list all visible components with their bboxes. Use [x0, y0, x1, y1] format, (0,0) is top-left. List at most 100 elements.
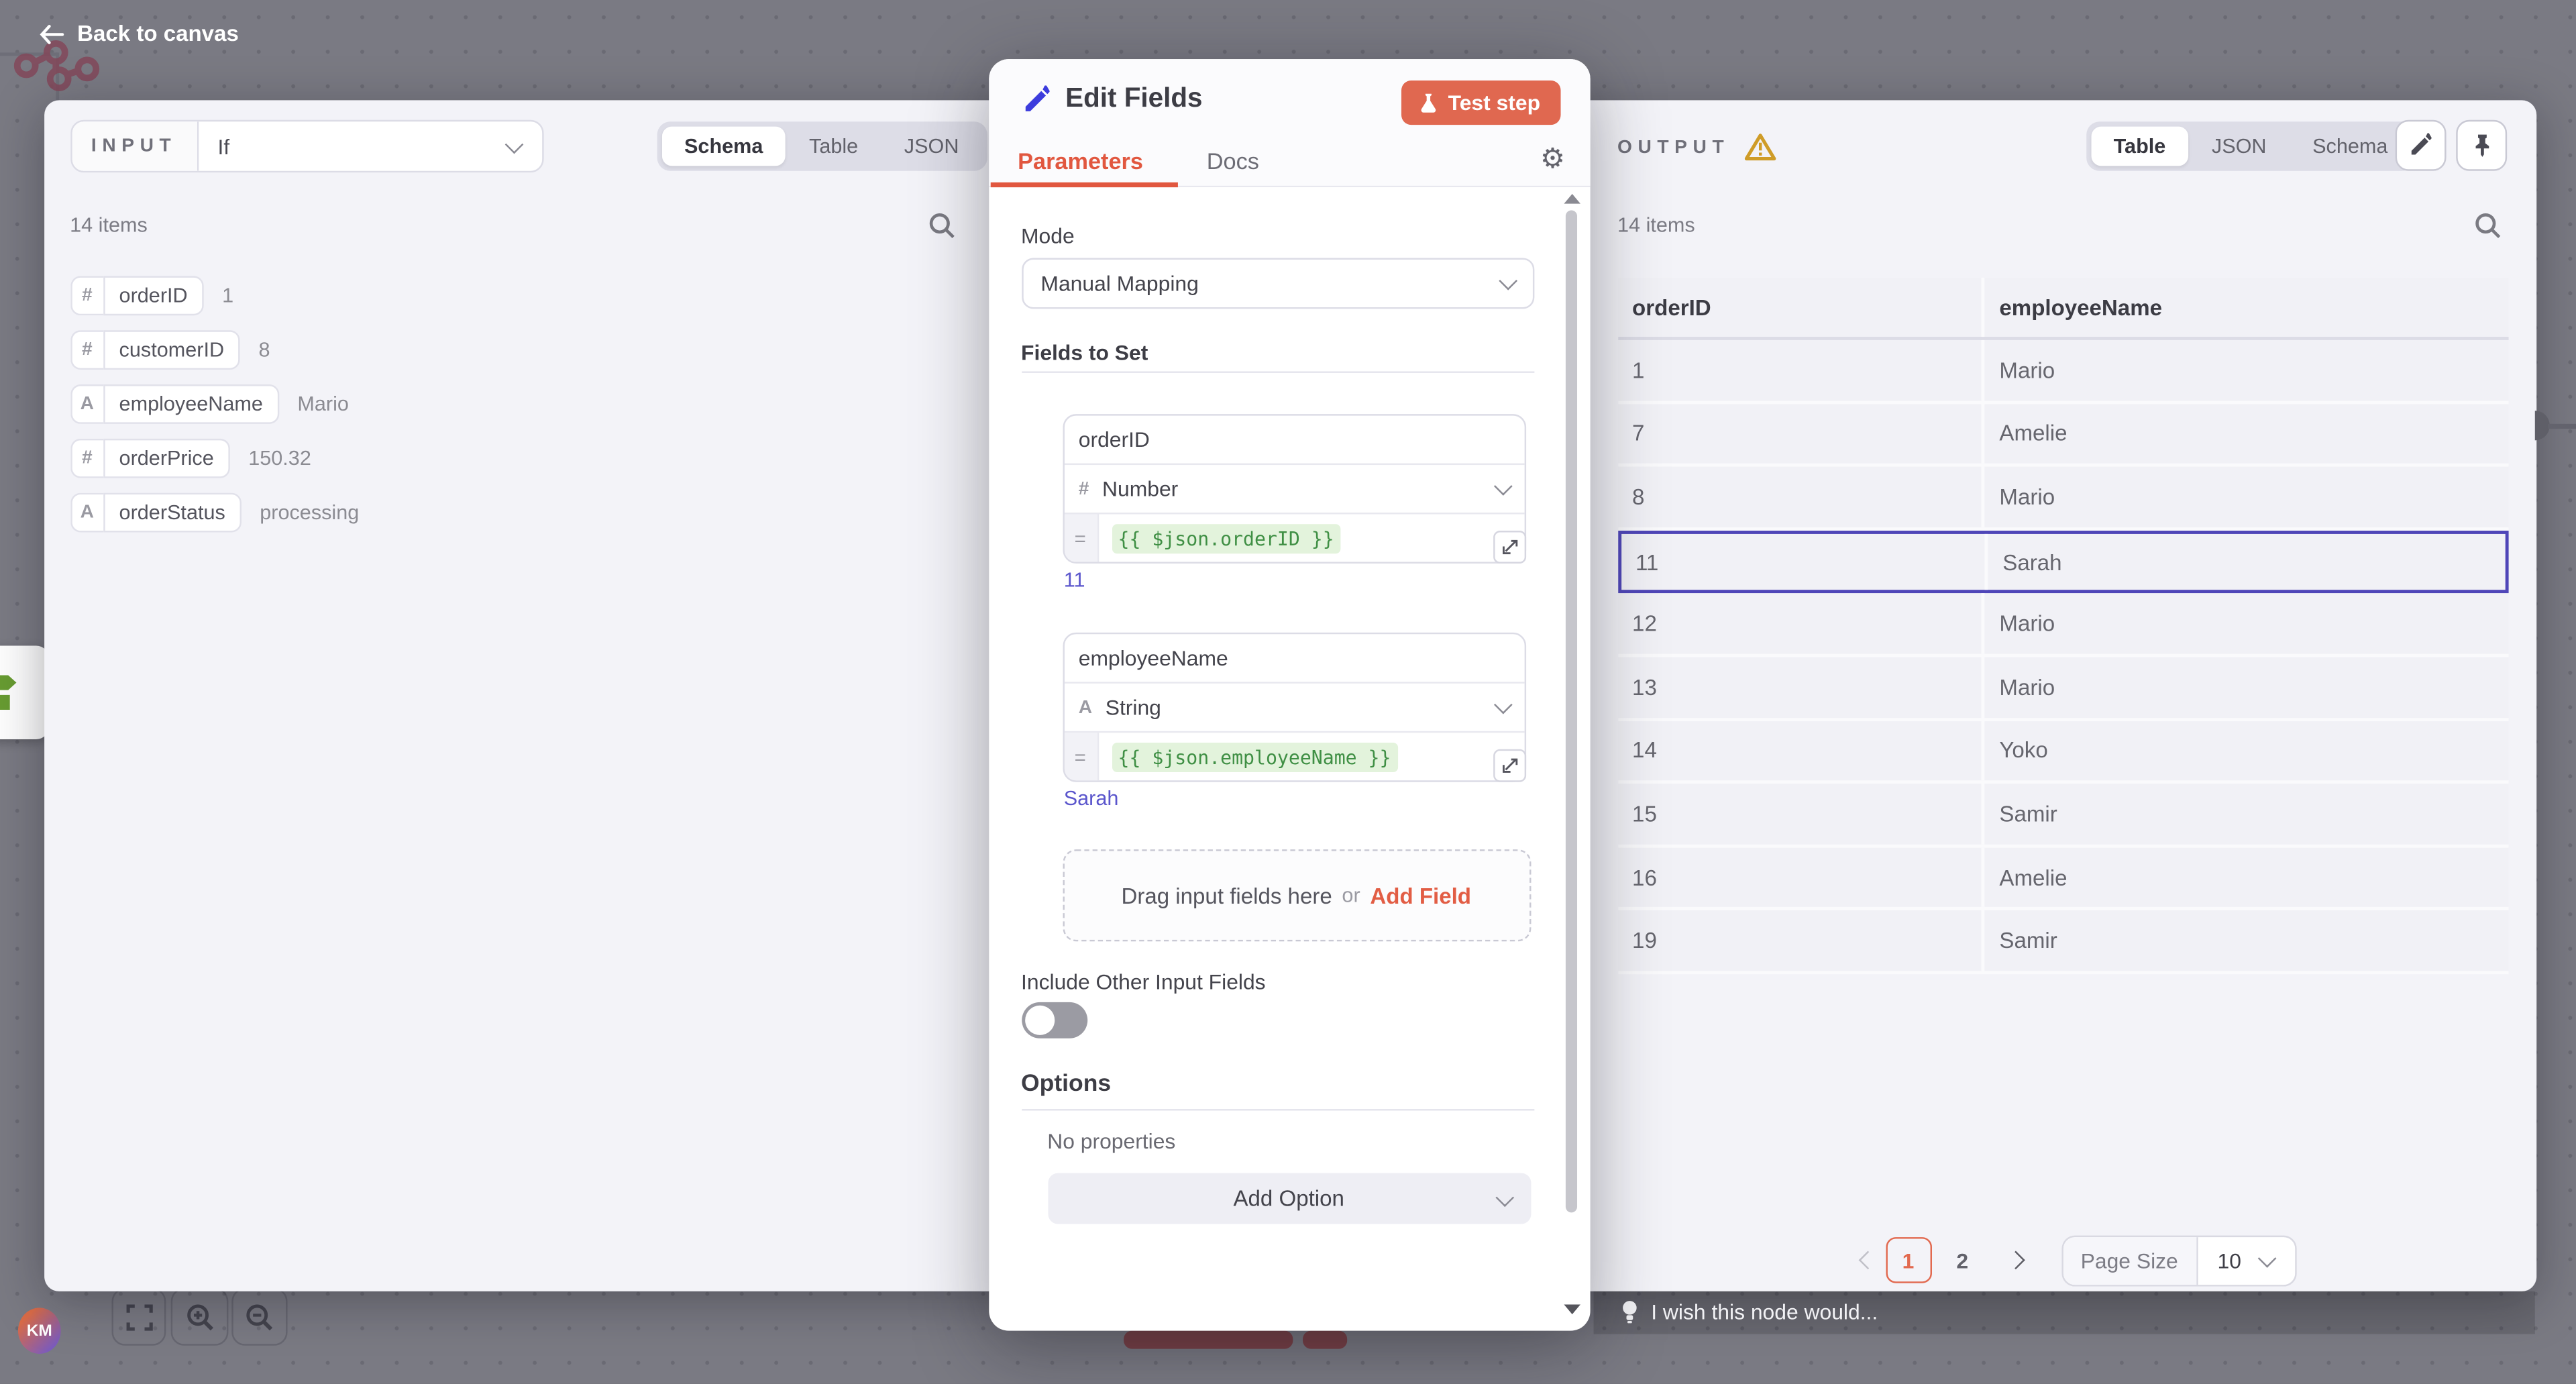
- input-label: INPUT: [91, 136, 176, 156]
- avatar[interactable]: KM: [18, 1308, 61, 1354]
- test-step-label: Test step: [1448, 91, 1540, 115]
- options-heading: Options: [1021, 1071, 1111, 1098]
- field-name-value: orderID: [1079, 427, 1150, 452]
- zoom-to-fit-button[interactable]: [112, 1288, 166, 1346]
- page-2-button[interactable]: 2: [1949, 1247, 1976, 1273]
- edit-output-button[interactable]: [2394, 120, 2445, 171]
- page-size-label: Page Size: [2063, 1237, 2198, 1285]
- column-header[interactable]: orderID: [1617, 278, 1984, 337]
- chevron-down-icon: [1495, 1188, 1513, 1207]
- schema-row[interactable]: # orderPrice 150.32: [70, 439, 359, 478]
- if-node-icon: [0, 671, 23, 714]
- output-table: orderID employeeName 1Mario 7Amelie 8Mar…: [1617, 278, 2508, 974]
- output-tab-schema[interactable]: Schema: [2290, 127, 2411, 166]
- input-label-chip: INPUT: [72, 121, 199, 170]
- input-tab-json[interactable]: JSON: [881, 127, 981, 166]
- schema-row[interactable]: # customerID 8: [70, 330, 359, 370]
- chevron-down-icon: [1493, 695, 1512, 714]
- field-name-input[interactable]: employeeName: [1064, 634, 1524, 683]
- string-type-icon: A: [70, 384, 103, 424]
- node-feedback-link[interactable]: I wish this node would...: [1620, 1299, 1878, 1324]
- page-size-value: 10: [2198, 1248, 2259, 1273]
- table-row[interactable]: 7Amelie: [1617, 403, 2508, 467]
- page-2-label: 2: [1956, 1248, 1968, 1273]
- table-row[interactable]: 12Mario: [1617, 594, 2508, 657]
- field-type-select[interactable]: A String: [1064, 684, 1524, 733]
- chevron-down-icon: [1493, 476, 1512, 495]
- divider: [1021, 1109, 1534, 1110]
- expand-expression-icon: [1501, 539, 1517, 555]
- field-name-input[interactable]: orderID: [1064, 416, 1524, 465]
- add-field-link[interactable]: Add Field: [1370, 883, 1471, 908]
- field-expression-input[interactable]: = {{ $json.orderID }}: [1064, 515, 1524, 562]
- mode-select[interactable]: Manual Mapping: [1021, 258, 1534, 309]
- schema-row[interactable]: A employeeName Mario: [70, 384, 359, 424]
- scrollbar-thumb[interactable]: [1566, 210, 1577, 1212]
- scroll-down-icon[interactable]: [1563, 1304, 1579, 1314]
- zoom-out-button[interactable]: [231, 1288, 287, 1346]
- schema-field-name: customerID: [103, 330, 240, 370]
- table-row[interactable]: 14Yoko: [1617, 721, 2508, 784]
- page-1-button[interactable]: 1: [1885, 1237, 1931, 1283]
- output-search-icon[interactable]: [2473, 212, 2502, 240]
- number-type-icon: #: [70, 276, 103, 315]
- table-row[interactable]: 1Mario: [1617, 340, 2508, 404]
- open-expression-editor-button[interactable]: [1493, 531, 1525, 564]
- table-row[interactable]: 19Samir: [1617, 911, 2508, 975]
- pin-icon: [2470, 133, 2493, 158]
- number-type-icon: #: [70, 330, 103, 370]
- open-expression-editor-button[interactable]: [1493, 749, 1525, 782]
- tab-parameters[interactable]: Parameters: [1018, 148, 1143, 174]
- test-step-button[interactable]: Test step: [1401, 81, 1560, 125]
- add-option-select[interactable]: Add Option: [1047, 1173, 1530, 1224]
- column-header[interactable]: employeeName: [1984, 278, 2508, 337]
- chevron-down-icon: [2257, 1249, 2276, 1268]
- dialog-scrollbar[interactable]: [1562, 191, 1581, 1324]
- expression-result: Sarah: [1064, 787, 1119, 810]
- next-page-icon[interactable]: [2006, 1251, 2025, 1270]
- schema-field-name: orderID: [103, 276, 204, 315]
- node-settings-gear-icon[interactable]: ⚙: [1540, 145, 1565, 173]
- table-row[interactable]: 8Mario: [1617, 467, 2508, 531]
- cell-orderid: 1: [1617, 340, 1984, 401]
- drag-fields-dropzone[interactable]: Drag input fields here or Add Field: [1062, 849, 1530, 941]
- table-row[interactable]: 15Samir: [1617, 784, 2508, 848]
- include-other-fields-toggle[interactable]: [1021, 1002, 1087, 1039]
- input-tab-schema[interactable]: Schema: [661, 127, 786, 166]
- cell-employeename: Amelie: [1984, 847, 2508, 908]
- back-to-canvas-link[interactable]: Back to canvas: [40, 21, 239, 46]
- table-row[interactable]: 13Mario: [1617, 657, 2508, 721]
- fields-to-set-heading: Fields to Set: [1021, 340, 1148, 365]
- mode-label: Mode: [1021, 223, 1075, 248]
- input-tab-table[interactable]: Table: [786, 127, 881, 166]
- schema-field-value: Mario: [297, 392, 349, 415]
- field-type-select[interactable]: # Number: [1064, 465, 1524, 514]
- table-row-selected[interactable]: 11Sarah: [1617, 530, 2508, 594]
- input-node-selector[interactable]: INPUT If: [70, 120, 543, 172]
- chevron-down-icon: [504, 134, 523, 153]
- string-type-icon: A: [1079, 698, 1092, 717]
- schema-row[interactable]: # orderID 1: [70, 276, 359, 315]
- cell-employeename: Sarah: [1988, 533, 2504, 590]
- active-tab-underline: [990, 182, 1177, 187]
- pin-data-button[interactable]: [2456, 120, 2507, 171]
- cell-orderid: 14: [1617, 721, 1984, 781]
- scroll-up-icon[interactable]: [1563, 194, 1579, 204]
- if-node-card[interactable]: [0, 645, 49, 739]
- output-tab-json[interactable]: JSON: [2189, 127, 2290, 166]
- expand-expression-icon: [1501, 757, 1517, 774]
- schema-row[interactable]: A orderStatus processing: [70, 493, 359, 533]
- output-items-count: 14 items: [1617, 213, 1695, 236]
- schema-field-value: 150.32: [248, 447, 311, 470]
- page-1-label: 1: [1902, 1248, 1915, 1273]
- zoom-in-button[interactable]: [171, 1288, 229, 1346]
- tab-docs[interactable]: Docs: [1207, 148, 1259, 174]
- field-expression-input[interactable]: = {{ $json.employeeName }}: [1064, 733, 1524, 780]
- output-tab-table[interactable]: Table: [2090, 127, 2188, 166]
- page-size-select[interactable]: Page Size 10: [2061, 1236, 2296, 1287]
- table-row[interactable]: 16Amelie: [1617, 847, 2508, 911]
- cell-employeename: Samir: [1984, 784, 2508, 845]
- schema-field-name: orderStatus: [103, 493, 241, 533]
- prev-page-icon[interactable]: [1858, 1251, 1876, 1270]
- input-search-icon[interactable]: [927, 212, 955, 240]
